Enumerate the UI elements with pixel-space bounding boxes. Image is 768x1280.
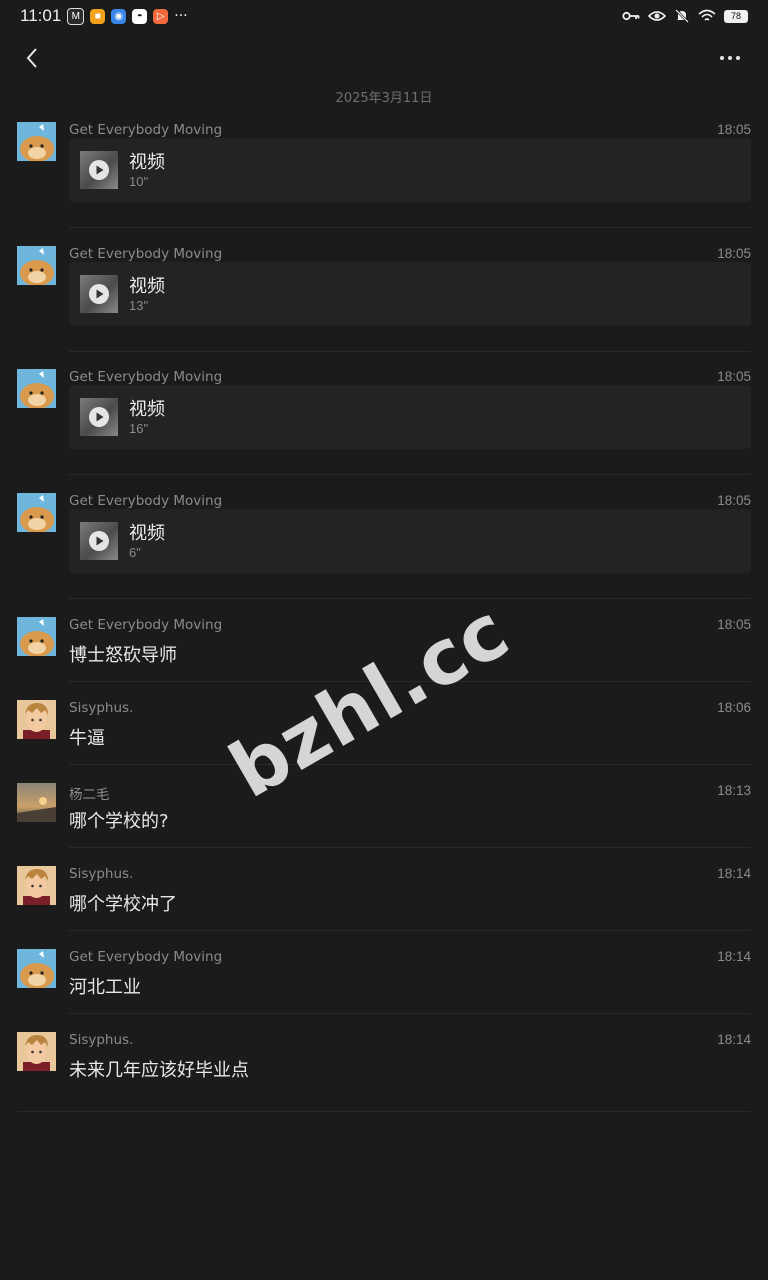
divider: [17, 1111, 751, 1112]
divider: [69, 847, 751, 848]
video-card[interactable]: 视频 10": [69, 138, 751, 202]
divider: [69, 598, 751, 599]
sender-name: Sisyphus.: [69, 1032, 134, 1048]
play-icon: [89, 284, 109, 304]
cartoon-man-avatar-icon: [17, 1032, 56, 1071]
mute-bell-icon: [675, 9, 689, 23]
more-options-button[interactable]: [716, 44, 744, 72]
message-text: 牛逼: [69, 728, 105, 749]
sender-name: Sisyphus.: [69, 700, 134, 716]
video-duration: 6": [129, 545, 141, 560]
video-thumbnail: [80, 275, 118, 313]
sender-name: Get Everybody Moving: [69, 369, 223, 385]
gmail-icon: M: [67, 7, 85, 25]
sender-name: Get Everybody Moving: [69, 617, 223, 633]
message-text: 哪个学校冲了: [69, 894, 177, 915]
divider: [69, 227, 751, 228]
dot-icon: [728, 56, 732, 60]
video-duration: 10": [129, 174, 149, 189]
video-card[interactable]: 视频 6": [69, 509, 751, 573]
avatar-doge[interactable]: [17, 617, 56, 656]
battery-icon: 78: [724, 9, 748, 23]
play-icon: [89, 531, 109, 551]
doge-avatar-icon: [17, 369, 56, 408]
penguin-icon: ◓: [132, 8, 148, 24]
nav-bar: [0, 32, 768, 84]
message-time: 18:05: [717, 617, 751, 632]
cartoon-man-avatar-icon: [17, 700, 56, 739]
divider: [69, 1013, 751, 1014]
date-separator: 2025年3月11日: [335, 91, 433, 106]
divider: [69, 474, 751, 475]
sender-name: Get Everybody Moving: [69, 122, 223, 138]
video-label: 视频: [129, 399, 165, 420]
avatar-doge[interactable]: [17, 493, 56, 532]
key-icon: [622, 11, 640, 21]
status-bar: 11:01 M ■ ◉ ◓ ▷ ··· 78: [0, 0, 768, 32]
app-orange-icon: ■: [90, 8, 106, 24]
sender-name: 杨二毛: [69, 787, 110, 803]
doge-avatar-icon: [17, 246, 56, 285]
sender-name: Get Everybody Moving: [69, 493, 223, 509]
message-time: 18:05: [717, 369, 751, 384]
divider: [69, 351, 751, 352]
message-time: 18:06: [717, 700, 751, 715]
message-time: 18:14: [717, 866, 751, 881]
more-notifications-icon: ···: [174, 8, 188, 24]
message-text: 哪个学校的?: [69, 811, 169, 832]
avatar-doge[interactable]: [17, 246, 56, 285]
video-thumbnail: [80, 151, 118, 189]
video-card[interactable]: 视频 13": [69, 262, 751, 326]
sender-name: Sisyphus.: [69, 866, 134, 882]
app-blue-icon: ◉: [111, 8, 127, 24]
video-label: 视频: [129, 523, 165, 544]
status-right: 78: [622, 8, 748, 24]
dot-icon: [720, 56, 724, 60]
message-time: 18:05: [717, 122, 751, 137]
avatar-yang[interactable]: [17, 783, 56, 822]
message-text: 河北工业: [69, 977, 141, 998]
message-text: 未来几年应该好毕业点: [69, 1060, 249, 1081]
video-duration: 16": [129, 421, 149, 436]
message-time: 18:13: [717, 783, 751, 798]
play-icon: [89, 407, 109, 427]
avatar-sisyphus[interactable]: [17, 1032, 56, 1071]
message-time: 18:05: [717, 246, 751, 261]
wifi-icon: [698, 9, 716, 21]
message-time: 18:14: [717, 1032, 751, 1047]
video-label: 视频: [129, 276, 165, 297]
status-left: 11:01 M ■ ◉ ◓ ▷ ···: [20, 6, 188, 26]
avatar-doge[interactable]: [17, 369, 56, 408]
doge-avatar-icon: [17, 122, 56, 161]
cartoon-man-avatar-icon: [17, 866, 56, 905]
sunset-photo-avatar-icon: [17, 783, 56, 822]
chevron-left-icon: [26, 48, 37, 68]
back-button[interactable]: [18, 44, 46, 72]
avatar-doge[interactable]: [17, 122, 56, 161]
video-duration: 13": [129, 298, 149, 313]
video-thumbnail: [80, 398, 118, 436]
video-label: 视频: [129, 152, 165, 173]
app-red-icon: ▷: [153, 8, 169, 24]
sender-name: Get Everybody Moving: [69, 949, 223, 965]
message-time: 18:14: [717, 949, 751, 964]
doge-avatar-icon: [17, 617, 56, 656]
clock: 11:01: [20, 6, 62, 25]
avatar-sisyphus[interactable]: [17, 700, 56, 739]
eye-icon: [648, 11, 666, 21]
message-text: 博士怒砍导师: [69, 645, 177, 666]
doge-avatar-icon: [17, 949, 56, 988]
doge-avatar-icon: [17, 493, 56, 532]
divider: [69, 764, 751, 765]
video-thumbnail: [80, 522, 118, 560]
play-icon: [89, 160, 109, 180]
watermark: bzhl.cc: [215, 585, 524, 816]
sender-name: Get Everybody Moving: [69, 246, 223, 262]
video-card[interactable]: 视频 16": [69, 385, 751, 449]
avatar-doge[interactable]: [17, 949, 56, 988]
message-time: 18:05: [717, 493, 751, 508]
dot-icon: [736, 56, 740, 60]
avatar-sisyphus[interactable]: [17, 866, 56, 905]
divider: [69, 930, 751, 931]
